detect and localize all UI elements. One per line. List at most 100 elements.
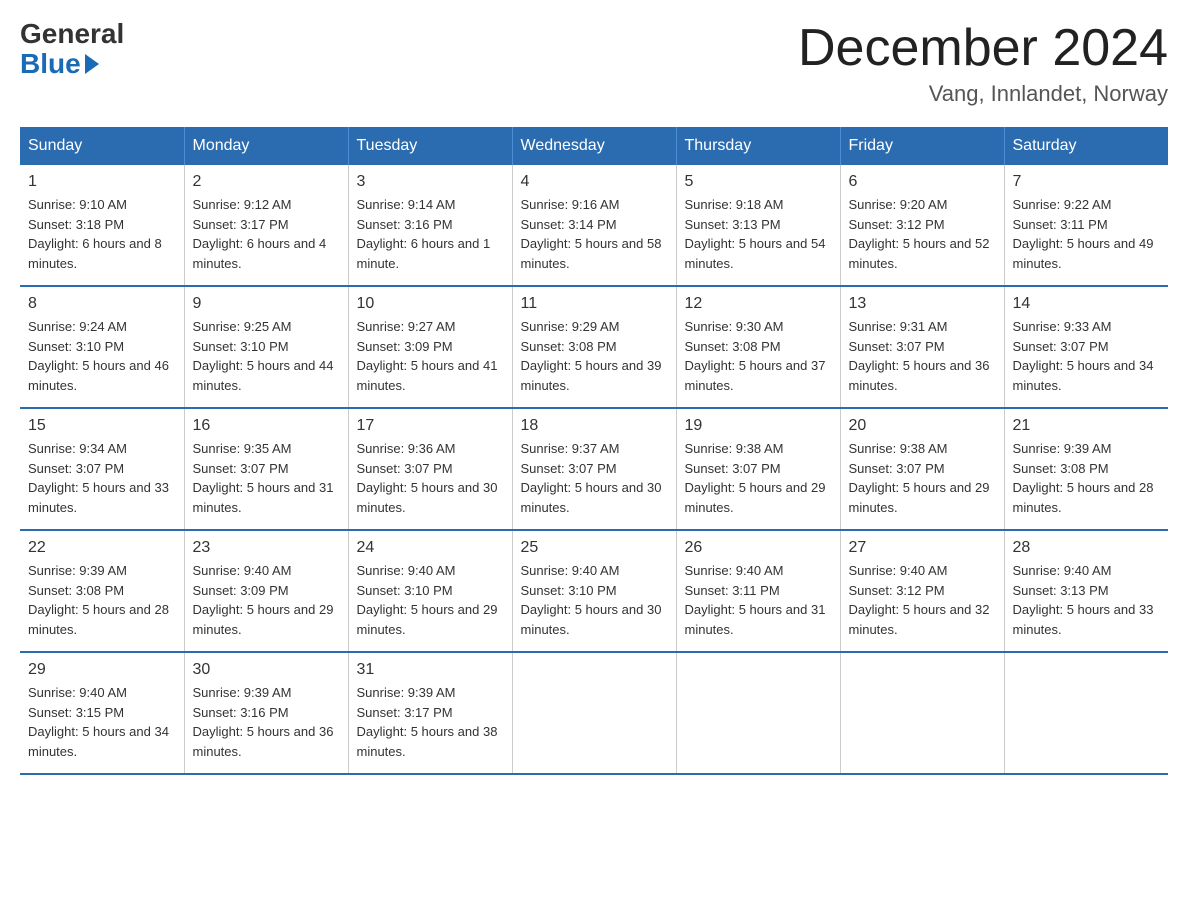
day-cell: 11 Sunrise: 9:29 AMSunset: 3:08 PMDaylig…: [512, 286, 676, 408]
day-number: 7: [1013, 173, 1161, 191]
day-info: Sunrise: 9:16 AMSunset: 3:14 PMDaylight:…: [521, 195, 668, 273]
week-row-3: 15 Sunrise: 9:34 AMSunset: 3:07 PMDaylig…: [20, 408, 1168, 530]
day-number: 5: [685, 173, 832, 191]
day-cell: 14 Sunrise: 9:33 AMSunset: 3:07 PMDaylig…: [1004, 286, 1168, 408]
day-number: 21: [1013, 417, 1161, 435]
day-cell: 19 Sunrise: 9:38 AMSunset: 3:07 PMDaylig…: [676, 408, 840, 530]
title-block: December 2024 Vang, Innlandet, Norway: [798, 20, 1168, 107]
day-number: 25: [521, 539, 668, 557]
location-title: Vang, Innlandet, Norway: [798, 81, 1168, 107]
day-cell: 26 Sunrise: 9:40 AMSunset: 3:11 PMDaylig…: [676, 530, 840, 652]
day-info: Sunrise: 9:29 AMSunset: 3:08 PMDaylight:…: [521, 317, 668, 395]
day-cell: [1004, 652, 1168, 774]
day-info: Sunrise: 9:30 AMSunset: 3:08 PMDaylight:…: [685, 317, 832, 395]
day-number: 16: [193, 417, 340, 435]
day-info: Sunrise: 9:35 AMSunset: 3:07 PMDaylight:…: [193, 439, 340, 517]
day-info: Sunrise: 9:37 AMSunset: 3:07 PMDaylight:…: [521, 439, 668, 517]
day-number: 17: [357, 417, 504, 435]
day-info: Sunrise: 9:36 AMSunset: 3:07 PMDaylight:…: [357, 439, 504, 517]
day-info: Sunrise: 9:39 AMSunset: 3:08 PMDaylight:…: [28, 561, 176, 639]
day-cell: [676, 652, 840, 774]
week-row-5: 29 Sunrise: 9:40 AMSunset: 3:15 PMDaylig…: [20, 652, 1168, 774]
day-number: 24: [357, 539, 504, 557]
day-info: Sunrise: 9:40 AMSunset: 3:10 PMDaylight:…: [357, 561, 504, 639]
day-info: Sunrise: 9:38 AMSunset: 3:07 PMDaylight:…: [685, 439, 832, 517]
day-number: 20: [849, 417, 996, 435]
day-cell: 18 Sunrise: 9:37 AMSunset: 3:07 PMDaylig…: [512, 408, 676, 530]
day-cell: 29 Sunrise: 9:40 AMSunset: 3:15 PMDaylig…: [20, 652, 184, 774]
calendar-table: SundayMondayTuesdayWednesdayThursdayFrid…: [20, 127, 1168, 775]
day-info: Sunrise: 9:40 AMSunset: 3:09 PMDaylight:…: [193, 561, 340, 639]
day-info: Sunrise: 9:39 AMSunset: 3:16 PMDaylight:…: [193, 683, 340, 761]
day-cell: 17 Sunrise: 9:36 AMSunset: 3:07 PMDaylig…: [348, 408, 512, 530]
day-info: Sunrise: 9:40 AMSunset: 3:13 PMDaylight:…: [1013, 561, 1161, 639]
day-info: Sunrise: 9:10 AMSunset: 3:18 PMDaylight:…: [28, 195, 176, 273]
month-title: December 2024: [798, 20, 1168, 77]
day-info: Sunrise: 9:40 AMSunset: 3:11 PMDaylight:…: [685, 561, 832, 639]
week-row-4: 22 Sunrise: 9:39 AMSunset: 3:08 PMDaylig…: [20, 530, 1168, 652]
day-number: 19: [685, 417, 832, 435]
day-info: Sunrise: 9:18 AMSunset: 3:13 PMDaylight:…: [685, 195, 832, 273]
day-info: Sunrise: 9:24 AMSunset: 3:10 PMDaylight:…: [28, 317, 176, 395]
calendar-header-row: SundayMondayTuesdayWednesdayThursdayFrid…: [20, 127, 1168, 165]
day-number: 23: [193, 539, 340, 557]
day-cell: 16 Sunrise: 9:35 AMSunset: 3:07 PMDaylig…: [184, 408, 348, 530]
day-number: 27: [849, 539, 996, 557]
day-number: 13: [849, 295, 996, 313]
day-number: 9: [193, 295, 340, 313]
column-header-tuesday: Tuesday: [348, 127, 512, 165]
day-number: 3: [357, 173, 504, 191]
week-row-2: 8 Sunrise: 9:24 AMSunset: 3:10 PMDayligh…: [20, 286, 1168, 408]
day-number: 29: [28, 661, 176, 679]
logo-arrow-icon: [85, 54, 99, 74]
column-header-wednesday: Wednesday: [512, 127, 676, 165]
day-info: Sunrise: 9:34 AMSunset: 3:07 PMDaylight:…: [28, 439, 176, 517]
day-number: 22: [28, 539, 176, 557]
day-number: 8: [28, 295, 176, 313]
day-cell: [512, 652, 676, 774]
day-info: Sunrise: 9:20 AMSunset: 3:12 PMDaylight:…: [849, 195, 996, 273]
day-info: Sunrise: 9:40 AMSunset: 3:12 PMDaylight:…: [849, 561, 996, 639]
day-cell: 12 Sunrise: 9:30 AMSunset: 3:08 PMDaylig…: [676, 286, 840, 408]
day-number: 12: [685, 295, 832, 313]
day-number: 4: [521, 173, 668, 191]
day-info: Sunrise: 9:33 AMSunset: 3:07 PMDaylight:…: [1013, 317, 1161, 395]
day-number: 11: [521, 295, 668, 313]
day-cell: 21 Sunrise: 9:39 AMSunset: 3:08 PMDaylig…: [1004, 408, 1168, 530]
day-cell: 1 Sunrise: 9:10 AMSunset: 3:18 PMDayligh…: [20, 165, 184, 286]
day-cell: 10 Sunrise: 9:27 AMSunset: 3:09 PMDaylig…: [348, 286, 512, 408]
column-header-monday: Monday: [184, 127, 348, 165]
day-cell: 20 Sunrise: 9:38 AMSunset: 3:07 PMDaylig…: [840, 408, 1004, 530]
day-info: Sunrise: 9:38 AMSunset: 3:07 PMDaylight:…: [849, 439, 996, 517]
day-cell: 8 Sunrise: 9:24 AMSunset: 3:10 PMDayligh…: [20, 286, 184, 408]
day-info: Sunrise: 9:27 AMSunset: 3:09 PMDaylight:…: [357, 317, 504, 395]
day-info: Sunrise: 9:25 AMSunset: 3:10 PMDaylight:…: [193, 317, 340, 395]
day-number: 6: [849, 173, 996, 191]
day-number: 31: [357, 661, 504, 679]
week-row-1: 1 Sunrise: 9:10 AMSunset: 3:18 PMDayligh…: [20, 165, 1168, 286]
day-cell: 28 Sunrise: 9:40 AMSunset: 3:13 PMDaylig…: [1004, 530, 1168, 652]
day-number: 1: [28, 173, 176, 191]
column-header-friday: Friday: [840, 127, 1004, 165]
day-number: 30: [193, 661, 340, 679]
day-info: Sunrise: 9:39 AMSunset: 3:08 PMDaylight:…: [1013, 439, 1161, 517]
day-info: Sunrise: 9:40 AMSunset: 3:10 PMDaylight:…: [521, 561, 668, 639]
day-info: Sunrise: 9:39 AMSunset: 3:17 PMDaylight:…: [357, 683, 504, 761]
logo-blue-text: Blue: [20, 48, 124, 80]
day-cell: 7 Sunrise: 9:22 AMSunset: 3:11 PMDayligh…: [1004, 165, 1168, 286]
day-cell: 24 Sunrise: 9:40 AMSunset: 3:10 PMDaylig…: [348, 530, 512, 652]
day-cell: 13 Sunrise: 9:31 AMSunset: 3:07 PMDaylig…: [840, 286, 1004, 408]
day-cell: 2 Sunrise: 9:12 AMSunset: 3:17 PMDayligh…: [184, 165, 348, 286]
day-cell: 9 Sunrise: 9:25 AMSunset: 3:10 PMDayligh…: [184, 286, 348, 408]
day-info: Sunrise: 9:31 AMSunset: 3:07 PMDaylight:…: [849, 317, 996, 395]
day-info: Sunrise: 9:14 AMSunset: 3:16 PMDaylight:…: [357, 195, 504, 273]
day-number: 10: [357, 295, 504, 313]
column-header-sunday: Sunday: [20, 127, 184, 165]
day-info: Sunrise: 9:22 AMSunset: 3:11 PMDaylight:…: [1013, 195, 1161, 273]
day-cell: 22 Sunrise: 9:39 AMSunset: 3:08 PMDaylig…: [20, 530, 184, 652]
day-cell: 30 Sunrise: 9:39 AMSunset: 3:16 PMDaylig…: [184, 652, 348, 774]
column-header-thursday: Thursday: [676, 127, 840, 165]
day-cell: 5 Sunrise: 9:18 AMSunset: 3:13 PMDayligh…: [676, 165, 840, 286]
column-header-saturday: Saturday: [1004, 127, 1168, 165]
day-info: Sunrise: 9:40 AMSunset: 3:15 PMDaylight:…: [28, 683, 176, 761]
